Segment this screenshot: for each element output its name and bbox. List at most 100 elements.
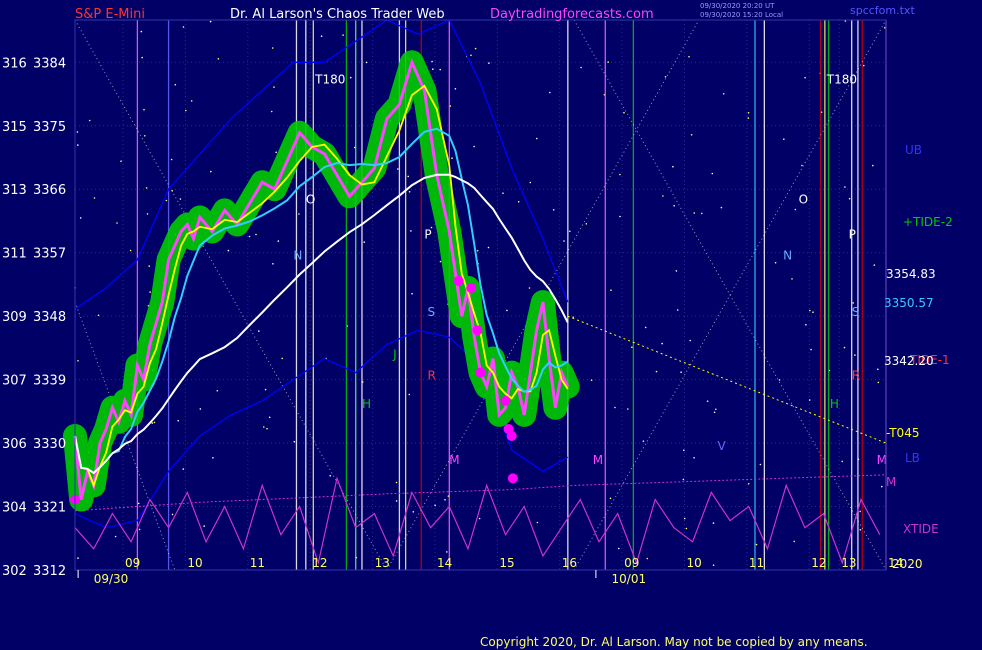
star-dot <box>365 61 368 64</box>
pivot-dot <box>472 325 483 336</box>
x-tick-label: 12 <box>811 556 826 570</box>
star-dot <box>217 58 220 60</box>
star-dot <box>171 513 174 516</box>
star-dot <box>93 197 96 199</box>
star-dot <box>209 20 212 23</box>
legend-ub: UB <box>905 143 922 157</box>
star-dot <box>275 151 278 154</box>
star-dot <box>607 61 609 63</box>
star-dot <box>809 309 811 312</box>
legend-tide2: +TIDE-2 <box>903 215 953 229</box>
star-dot <box>774 261 777 264</box>
star-dot <box>210 170 212 173</box>
y-tick-left: 316 <box>2 56 27 71</box>
star-dot <box>791 278 793 280</box>
star-dot <box>266 427 268 430</box>
star-dot <box>293 440 296 443</box>
star-dot <box>794 208 797 211</box>
star-dot <box>476 249 479 252</box>
star-dot <box>646 557 649 560</box>
star-dot <box>199 408 202 410</box>
y-tick-left: 309 <box>2 310 27 325</box>
star-dot <box>808 399 811 401</box>
date-label: 09/30 <box>94 572 129 586</box>
star-dot <box>395 481 398 484</box>
star-dot <box>248 235 251 238</box>
star-dot <box>852 302 854 304</box>
right-value-1: 3354.83 <box>886 267 936 281</box>
marker-m: M <box>449 453 459 467</box>
chart-title: S&P E-Mini <box>75 7 145 22</box>
star-dot <box>451 157 453 159</box>
star-dot <box>848 197 851 200</box>
star-dot <box>844 186 846 188</box>
star-dot <box>804 76 806 79</box>
star-dot <box>877 368 879 371</box>
star-dot <box>487 246 490 249</box>
star-dot <box>271 47 274 49</box>
star-dot <box>713 411 716 414</box>
star-dot <box>439 68 442 71</box>
star-dot <box>488 62 490 64</box>
pivot-dot <box>475 367 486 378</box>
star-dot <box>506 309 508 312</box>
legend-lb: LB <box>905 451 920 465</box>
star-dot <box>263 426 265 428</box>
marker-v: V <box>718 439 727 453</box>
file-name: spccfom.txt <box>850 4 915 17</box>
star-dot <box>411 292 413 295</box>
marker-o: O <box>799 192 808 206</box>
star-dot <box>585 223 588 225</box>
star-dot <box>580 66 582 69</box>
star-dot <box>528 287 531 289</box>
star-dot <box>272 263 274 265</box>
star-dot <box>569 230 571 233</box>
marker-t180: T180 <box>826 72 857 86</box>
star-dot <box>676 309 679 311</box>
star-dot <box>778 379 781 381</box>
star-dot <box>255 233 257 236</box>
star-dot <box>88 119 91 122</box>
marker-m: M <box>877 453 887 467</box>
star-dot <box>270 110 273 113</box>
star-dot <box>747 483 750 485</box>
star-dot <box>146 213 149 215</box>
star-dot <box>185 109 187 112</box>
x-tick-label: 13 <box>841 556 856 570</box>
star-dot <box>170 158 173 161</box>
x-tick-label: 09 <box>624 556 639 570</box>
star-dot <box>439 260 442 263</box>
star-dot <box>182 26 185 28</box>
star-dot <box>614 406 616 409</box>
star-dot <box>810 348 812 351</box>
star-dot <box>619 173 621 176</box>
marker-r: R <box>427 369 435 383</box>
marker-h: H <box>830 397 839 411</box>
star-dot <box>683 517 686 520</box>
star-dot <box>688 55 690 58</box>
author-title: Dr. Al Larson's Chaos Trader Web <box>230 7 445 22</box>
site-link[interactable]: Daytradingforecasts.com <box>490 7 654 22</box>
star-dot <box>682 478 685 481</box>
star-dot <box>552 209 555 211</box>
star-dot <box>841 460 843 463</box>
marker-p: P <box>424 228 431 242</box>
star-dot <box>478 517 481 520</box>
star-dot <box>712 564 715 566</box>
y-tick-right: 3357 <box>33 247 66 262</box>
star-dot <box>473 145 475 148</box>
star-dot <box>446 551 448 553</box>
star-dot <box>141 56 143 59</box>
marker-h: H <box>362 397 371 411</box>
star-dot <box>619 215 621 218</box>
star-dot <box>144 135 146 137</box>
y-axis: 302 3312 304 3321 306 3330 307 3339 309 3348 311 33… <box>2 56 66 579</box>
star-dot <box>655 370 658 373</box>
legend-m: M <box>886 475 896 489</box>
star-dot <box>116 222 118 224</box>
star-dot <box>177 419 179 422</box>
marker-n: N <box>783 249 792 263</box>
star-dot <box>349 76 352 79</box>
star-dot <box>642 440 645 443</box>
star-dot <box>212 457 214 459</box>
